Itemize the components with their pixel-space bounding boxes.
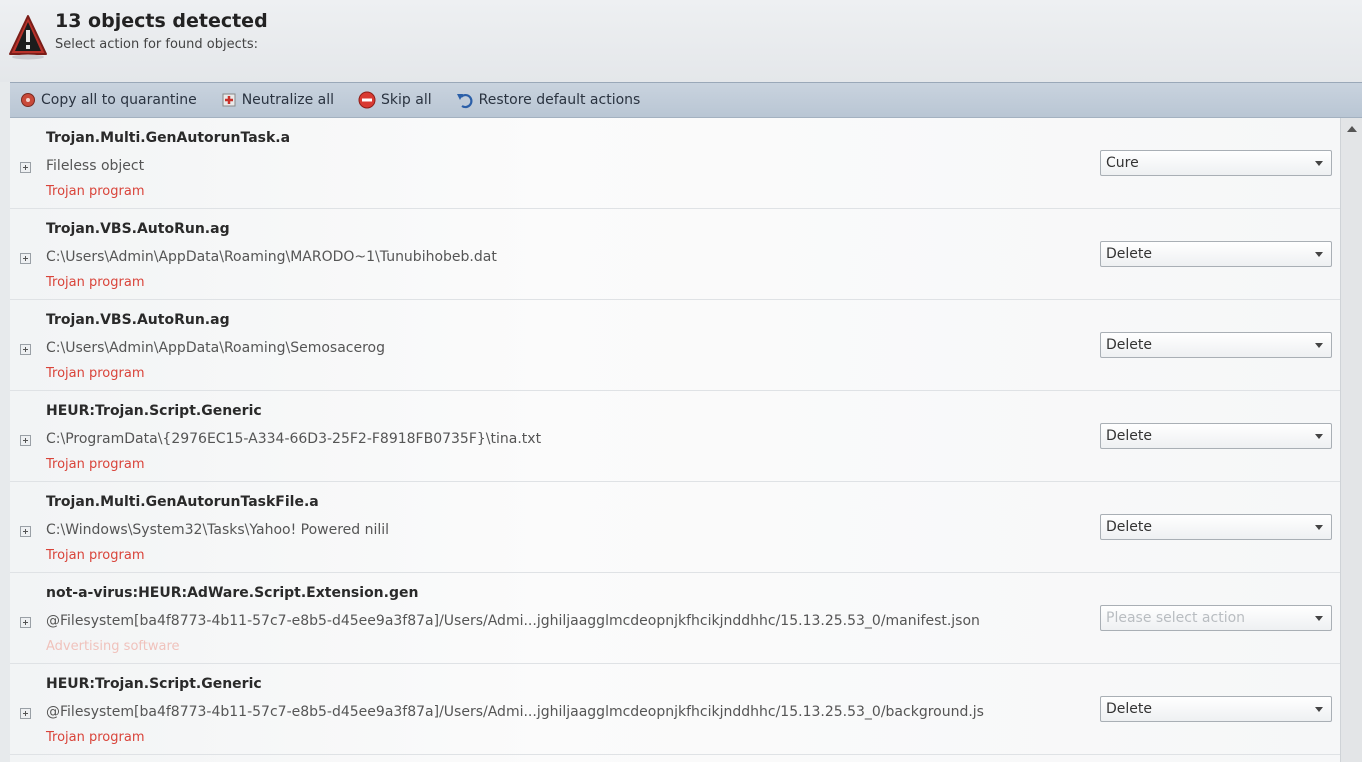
expand-toggle[interactable]	[20, 344, 31, 355]
chevron-down-icon	[1315, 616, 1323, 621]
expand-toggle[interactable]	[20, 526, 31, 537]
scroll-up-arrow-icon[interactable]	[1345, 122, 1359, 136]
expand-toggle[interactable]	[20, 708, 31, 719]
expand-toggle[interactable]	[20, 435, 31, 446]
copy-to-quarantine-label: Copy all to quarantine	[41, 92, 197, 108]
neutralize-icon	[222, 93, 236, 107]
expand-toggle[interactable]	[20, 162, 31, 173]
object-path: C:\Windows\System32\Tasks\Yahoo! Powered…	[46, 522, 390, 538]
object-path: C:\Users\Admin\AppData\Roaming\Semosacer…	[46, 340, 385, 356]
list-item: HEUR:Trojan.Script.Generic @Filesystem[b…	[10, 664, 1340, 755]
action-select[interactable]: Delete	[1100, 423, 1332, 449]
threat-name: Trojan.Multi.GenAutorunTaskFile.a	[46, 494, 319, 510]
detected-objects-list: Trojan.Multi.GenAutorunTask.a Fileless o…	[10, 118, 1340, 762]
chevron-down-icon	[1315, 343, 1323, 348]
threat-type: Trojan program	[46, 366, 145, 381]
list-item: Trojan.VBS.AutoRun.ag C:\Users\Admin\App…	[10, 300, 1340, 391]
object-path: @Filesystem[ba4f8773-4b11-57c7-e8b5-d45e…	[46, 704, 984, 720]
copy-to-quarantine-button[interactable]: Copy all to quarantine	[20, 92, 197, 108]
action-select-value: Delete	[1106, 246, 1152, 262]
object-path: C:\ProgramData\{2976EC15-A334-66D3-25F2-…	[46, 431, 542, 447]
undo-arrow-icon	[456, 94, 473, 109]
skip-icon	[358, 91, 376, 109]
threat-name: HEUR:Trojan.Script.Generic	[46, 403, 262, 419]
action-select[interactable]: Please select action	[1100, 605, 1332, 631]
chevron-down-icon	[1315, 252, 1323, 257]
action-select[interactable]: Cure	[1100, 150, 1332, 176]
chevron-down-icon	[1315, 434, 1323, 439]
threat-type: Trojan program	[46, 184, 145, 199]
object-path: @Filesystem[ba4f8773-4b11-57c7-e8b5-d45e…	[46, 613, 980, 629]
chevron-down-icon	[1315, 161, 1323, 166]
object-path: Fileless object	[46, 158, 145, 174]
action-toolbar: Copy all to quarantine Neutralize all Sk…	[10, 82, 1362, 118]
threat-type: Trojan program	[46, 275, 145, 290]
list-item: Trojan.VBS.AutoRun.ag C:\Users\Admin\App…	[10, 209, 1340, 300]
action-select-value: Cure	[1106, 155, 1139, 171]
threat-name: not-a-virus:HEUR:AdWare.Script.Extension…	[46, 585, 419, 601]
threat-name: Trojan.Multi.GenAutorunTask.a	[46, 130, 291, 146]
chevron-down-icon	[1315, 525, 1323, 530]
neutralize-all-label: Neutralize all	[241, 92, 335, 108]
warning-icon	[9, 15, 47, 60]
skip-all-button[interactable]: Skip all	[358, 91, 432, 109]
restore-default-actions-label: Restore default actions	[478, 92, 641, 108]
list-item: Trojan.Multi.GenAutorunTaskFile.a C:\Win…	[10, 482, 1340, 573]
threat-type: Trojan program	[46, 730, 145, 745]
dialog-header: 13 objects detected Select action for fo…	[0, 0, 1362, 82]
action-select-value: Delete	[1106, 519, 1152, 535]
threat-name: Trojan.VBS.AutoRun.ag	[46, 312, 230, 328]
quarantine-icon	[21, 93, 35, 107]
skip-all-label: Skip all	[381, 92, 432, 108]
neutralize-all-button[interactable]: Neutralize all	[221, 92, 334, 108]
action-select-value: Delete	[1106, 428, 1152, 444]
action-select-value: Please select action	[1106, 610, 1246, 626]
restore-default-actions-button[interactable]: Restore default actions	[456, 91, 641, 109]
page-title: 13 objects detected	[55, 10, 268, 32]
action-select-value: Delete	[1106, 337, 1152, 353]
expand-toggle[interactable]	[20, 253, 31, 264]
threat-name: HEUR:Trojan.Script.Generic	[46, 676, 262, 692]
threat-type: Trojan program	[46, 457, 145, 472]
list-item: Trojan.Multi.GenAutorunTask.a Fileless o…	[10, 118, 1340, 209]
chevron-down-icon	[1315, 707, 1323, 712]
list-item: not-a-virus:HEUR:AdWare.Script.Extension…	[10, 573, 1340, 664]
object-path: C:\Users\Admin\AppData\Roaming\MARODO~1\…	[46, 249, 497, 265]
action-select[interactable]: Delete	[1100, 241, 1332, 267]
vertical-scrollbar[interactable]	[1340, 118, 1362, 762]
action-select-value: Delete	[1106, 701, 1152, 717]
threat-name: Trojan.VBS.AutoRun.ag	[46, 221, 230, 237]
expand-toggle[interactable]	[20, 617, 31, 628]
action-select[interactable]: Delete	[1100, 332, 1332, 358]
action-select[interactable]: Delete	[1100, 696, 1332, 722]
threat-type: Advertising software	[46, 639, 180, 654]
page-subtitle: Select action for found objects:	[55, 37, 258, 52]
threat-type: Trojan program	[46, 548, 145, 563]
list-item: HEUR:Trojan.Script.Generic C:\ProgramDat…	[10, 391, 1340, 482]
action-select[interactable]: Delete	[1100, 514, 1332, 540]
